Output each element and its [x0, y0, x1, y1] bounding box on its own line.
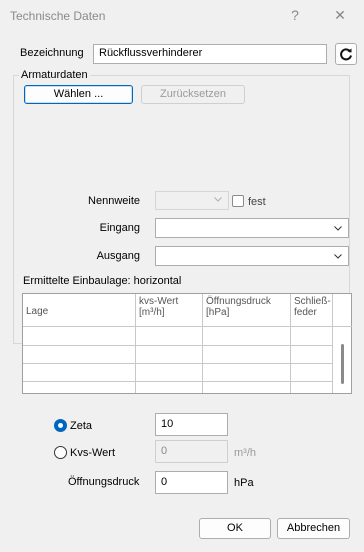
- eingang-select[interactable]: [155, 218, 349, 238]
- eingang-label: Eingang: [99, 222, 140, 234]
- table-row[interactable]: [23, 381, 333, 399]
- nennweite-label: Nennweite: [88, 195, 140, 207]
- data-grid[interactable]: Lage kvs-Wert [m³/h] Öffnungsdruck [hPa]…: [22, 293, 352, 394]
- table-row[interactable]: [23, 327, 333, 346]
- refresh-icon: [340, 48, 352, 61]
- ok-button[interactable]: OK: [199, 518, 271, 539]
- table-cell[interactable]: [203, 381, 291, 393]
- table-cell[interactable]: [291, 381, 333, 393]
- column-header-kvs[interactable]: kvs-Wert [m³/h]: [136, 294, 203, 327]
- table-cell[interactable]: [291, 363, 333, 381]
- zeta-label: Zeta: [70, 420, 93, 432]
- table-cell[interactable]: [291, 345, 333, 363]
- bezeichnung-label: Bezeichnung: [20, 47, 84, 59]
- table-cell[interactable]: [136, 381, 203, 393]
- table-cell[interactable]: [291, 327, 333, 345]
- grid-scrollbar[interactable]: [341, 344, 344, 384]
- kvs-radio[interactable]: [54, 446, 67, 459]
- table-cell[interactable]: [136, 345, 203, 363]
- table-row[interactable]: [23, 345, 333, 364]
- column-header-schliessfeder[interactable]: Schließ- feder: [291, 294, 333, 327]
- ausgang-label: Ausgang: [96, 250, 140, 262]
- table-cell[interactable]: [136, 363, 203, 381]
- zeta-field[interactable]: 10: [155, 413, 228, 436]
- close-button[interactable]: ✕: [325, 3, 355, 27]
- chevron-down-icon: [334, 226, 342, 231]
- zeta-radio[interactable]: [54, 419, 67, 432]
- table-cell[interactable]: [23, 327, 136, 345]
- column-header-oeffnungsdruck[interactable]: Öffnungsdruck [hPa]: [203, 294, 291, 327]
- chevron-down-icon: [334, 254, 342, 259]
- table-cell[interactable]: [203, 345, 291, 363]
- kvs-label: Kvs-Wert: [70, 447, 116, 459]
- oeffnungsdruck-unit: hPa: [234, 477, 254, 489]
- table-cell[interactable]: [23, 345, 136, 363]
- kvs-field[interactable]: 0: [155, 440, 228, 463]
- table-cell[interactable]: [136, 327, 203, 345]
- table-cell[interactable]: [203, 327, 291, 345]
- einbaulage-text: Ermittelte Einbaulage: horizontal: [23, 275, 182, 287]
- table-row[interactable]: [23, 363, 333, 382]
- column-header-lage[interactable]: Lage: [23, 294, 136, 327]
- help-button[interactable]: ?: [280, 3, 310, 27]
- abbrechen-button[interactable]: Abbrechen: [277, 518, 350, 539]
- zuruecksetzen-button[interactable]: Zurücksetzen: [141, 85, 245, 104]
- fest-label: fest: [248, 196, 266, 208]
- table-cell[interactable]: [23, 381, 136, 393]
- fest-checkbox[interactable]: [232, 195, 244, 207]
- bezeichnung-field[interactable]: Rückflussverhinderer: [93, 44, 327, 64]
- refresh-button[interactable]: [335, 43, 357, 65]
- oeffnungsdruck-field[interactable]: 0: [155, 471, 228, 494]
- window-title: Technische Daten: [10, 9, 106, 23]
- waehlen-button[interactable]: Wählen ...: [24, 85, 133, 104]
- nennweite-select[interactable]: [155, 191, 229, 210]
- chevron-down-icon: [214, 197, 222, 202]
- oeffnungsdruck-label: Öffnungsdruck: [68, 476, 140, 488]
- table-cell[interactable]: [203, 363, 291, 381]
- kvs-unit: m³/h: [234, 447, 256, 459]
- table-cell[interactable]: [23, 363, 136, 381]
- ausgang-select[interactable]: [155, 246, 349, 266]
- armaturdaten-title: Armaturdaten: [19, 69, 90, 81]
